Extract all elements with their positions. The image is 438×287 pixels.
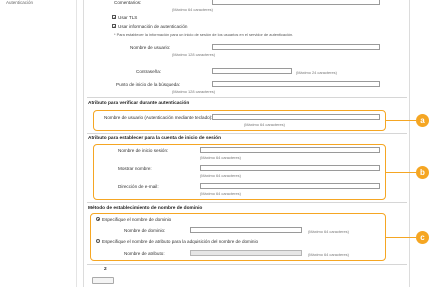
comentarios-label: Comentarios:	[114, 0, 142, 5]
callout-leader-b	[386, 172, 416, 174]
bottom-button[interactable]	[92, 277, 114, 284]
callout-leader-c	[386, 237, 416, 239]
contrasena-label: Contraseña:	[136, 69, 162, 74]
auth-note: * Para establecer la información para un…	[114, 32, 294, 37]
login-section-title: Atributo para establecer para la cuenta …	[88, 136, 222, 141]
comentarios-field[interactable]	[212, 0, 380, 5]
punto-field[interactable]	[212, 81, 380, 87]
divider	[87, 97, 407, 98]
callout-leader-a	[386, 120, 416, 122]
contrasena-field[interactable]	[212, 68, 292, 74]
divider	[87, 264, 407, 265]
domain-section-title: Método de establecimiento de nombre de d…	[88, 206, 203, 211]
divider	[87, 133, 407, 134]
callout-box-a	[93, 110, 386, 131]
bottom-marker: 2	[104, 267, 107, 272]
callout-box-b	[93, 144, 386, 200]
divider	[87, 202, 407, 203]
left-nav: Autenticación	[0, 0, 77, 287]
usar-info-label: Usar información de autenticación	[118, 23, 188, 29]
nombre-usuario-hint: (Máximo 128 caracteres)	[172, 52, 216, 57]
verify-section-title: Atributo para verificar durante autentic…	[88, 101, 190, 106]
nombre-usuario-label: Nombre de usuario:	[130, 45, 171, 50]
callout-badge-a: a	[416, 114, 429, 127]
callout-badge-b: b	[416, 166, 429, 179]
nombre-usuario-field[interactable]	[212, 44, 380, 50]
callout-badge-c: c	[416, 231, 429, 244]
callout-box-c	[90, 213, 386, 261]
usar-info-checkbox[interactable]: ✓	[112, 24, 116, 29]
usar-tls-checkbox[interactable]: ✓	[112, 15, 116, 20]
usar-tls-label: Usar TLS	[118, 14, 138, 20]
comentarios-hint: (Máximo 64 caracteres)	[172, 7, 213, 12]
punto-hint: (Máximo 128 caracteres)	[172, 89, 216, 94]
nav-item-autenticacion[interactable]: Autenticación	[6, 0, 33, 5]
punto-label: Punto de inicio de la búsqueda:	[116, 82, 181, 87]
contrasena-hint: (Máximo 24 caracteres)	[296, 69, 337, 75]
